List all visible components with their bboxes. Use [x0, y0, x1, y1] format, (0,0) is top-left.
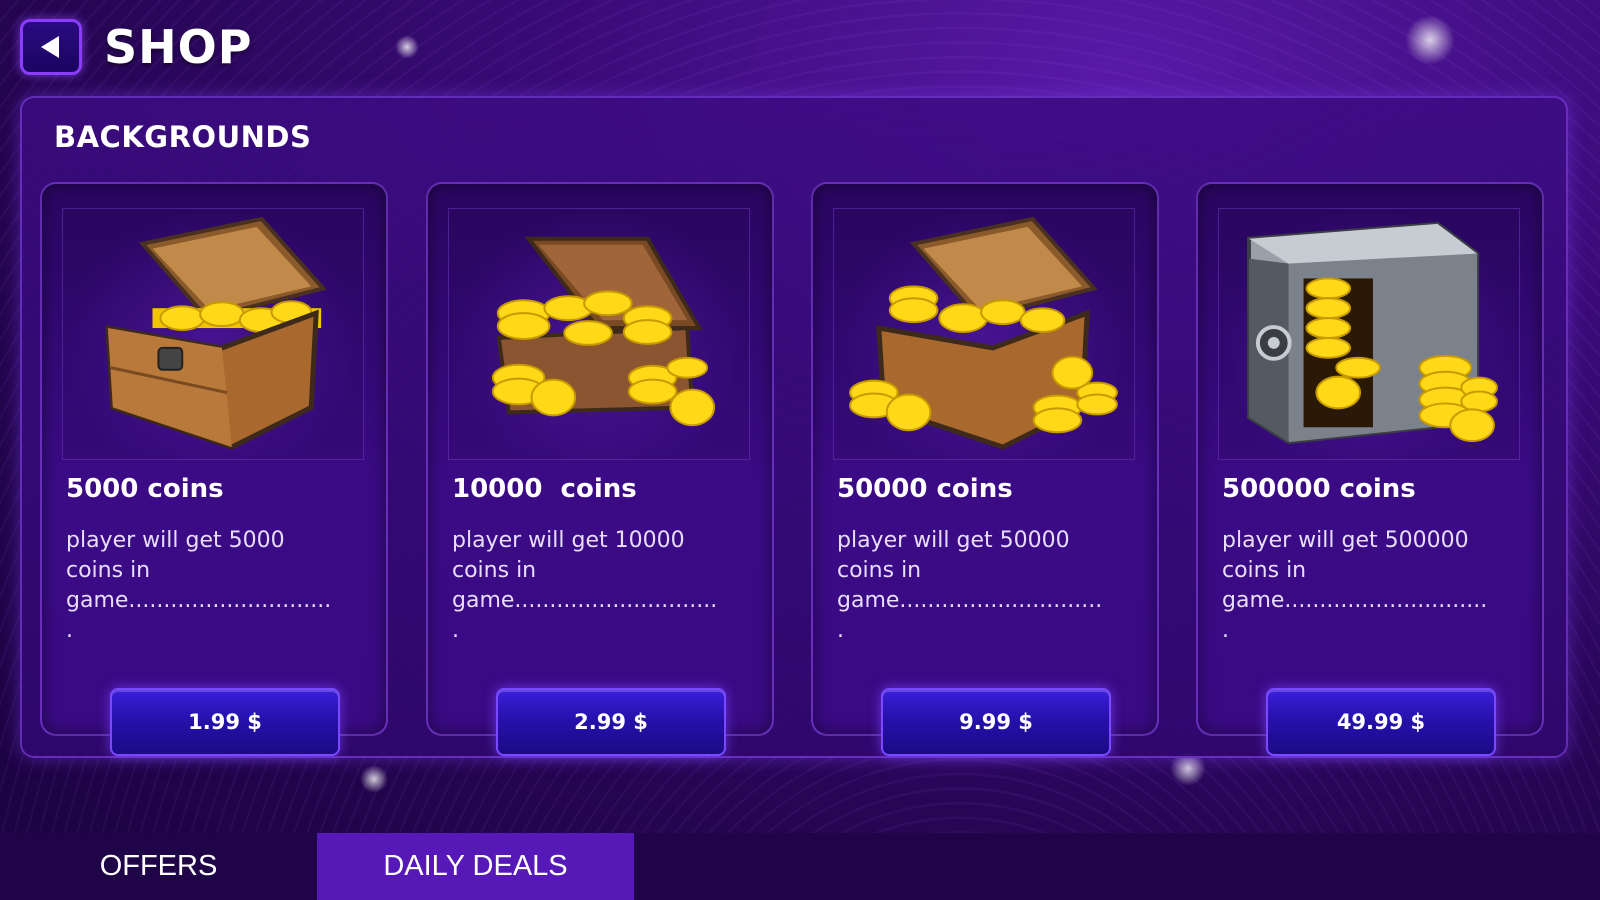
- product-card: 5000 coins player will get 5000 coins in…: [40, 182, 388, 756]
- product-description: player will get 5000 coins in game......…: [66, 528, 332, 643]
- buy-button[interactable]: 2.99 $: [496, 688, 726, 756]
- product-title: 500000 coins: [1222, 474, 1416, 504]
- product-description: player will get 500000 coins in game....…: [1222, 528, 1488, 643]
- product-image: [833, 208, 1135, 460]
- back-arrow-icon: [41, 36, 59, 58]
- section-title: BACKGROUNDS: [54, 120, 312, 154]
- tab-daily-deals[interactable]: DAILY DEALS: [317, 833, 634, 900]
- product-list: 5000 coins player will get 5000 coins in…: [40, 182, 1552, 756]
- treasure-chest-icon: [105, 216, 327, 450]
- product-description: player will get 10000 coins in game.....…: [452, 528, 718, 643]
- product-image: [448, 208, 750, 460]
- product-card: 500000 coins player will get 500000 coin…: [1196, 182, 1544, 756]
- product-title: 50000 coins: [837, 474, 1013, 504]
- product-title: 10000 coins: [452, 474, 637, 504]
- sparkle: [360, 765, 388, 793]
- page-title: SHOP: [104, 20, 253, 74]
- product-description: player will get 50000 coins in game.....…: [837, 528, 1103, 643]
- buy-button[interactable]: 49.99 $: [1266, 688, 1496, 756]
- product-image: [1218, 208, 1520, 460]
- product-card: 50000 coins player will get 50000 coins …: [811, 182, 1159, 756]
- back-button[interactable]: [20, 19, 82, 75]
- product-image: [62, 208, 364, 460]
- product-card: 10000 coins player will get 10000 coins …: [426, 182, 774, 756]
- sparkle: [1405, 15, 1455, 65]
- open-chest-coins-icon: [491, 236, 716, 427]
- safe-coins-icon: [1246, 221, 1498, 445]
- product-title: 5000 coins: [66, 474, 224, 504]
- chest-coin-stacks-icon: [849, 216, 1118, 450]
- shop-panel: BACKGROUNDS 5000 coins player will get 5…: [20, 96, 1568, 758]
- buy-button[interactable]: 1.99 $: [110, 688, 340, 756]
- buy-button[interactable]: 9.99 $: [881, 688, 1111, 756]
- bottom-tab-bar: OFFERS DAILY DEALS: [0, 833, 1600, 900]
- tab-offers[interactable]: OFFERS: [0, 833, 317, 900]
- sparkle: [395, 35, 419, 59]
- header: SHOP: [20, 18, 252, 76]
